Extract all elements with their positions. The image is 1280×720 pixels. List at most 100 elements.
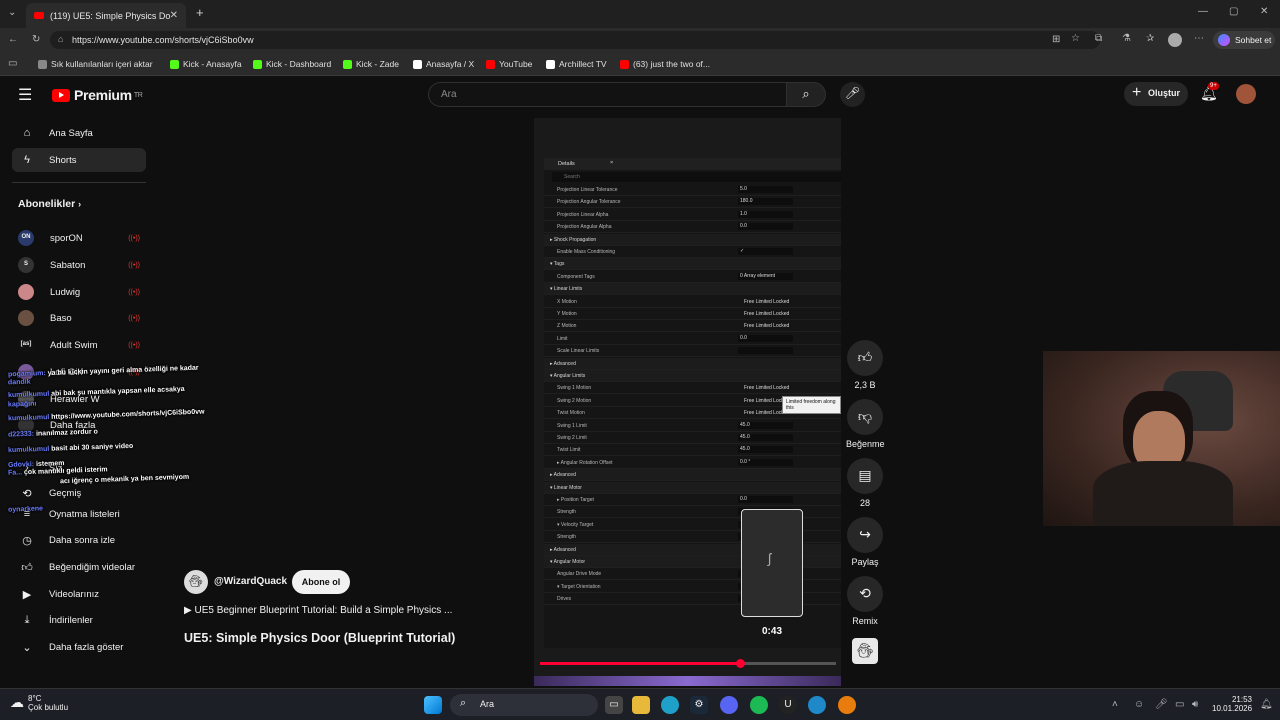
maximize-icon[interactable]: ▢ bbox=[1229, 6, 1238, 17]
clock[interactable]: 21:53 10.01.2026 bbox=[1212, 695, 1252, 713]
like-button[interactable]: 👍︎ 2,3 B bbox=[846, 340, 884, 390]
task-view-icon[interactable]: ▭ bbox=[605, 696, 623, 714]
more-menu-icon[interactable]: ⋯ bbox=[1194, 33, 1204, 44]
back-icon[interactable]: ← bbox=[8, 34, 18, 45]
url-field[interactable]: ⌂ https://www.youtube.com/shorts/vjC6iSb… bbox=[50, 31, 1100, 49]
blender-icon[interactable] bbox=[838, 696, 856, 714]
tray-app-icon[interactable]: ☺ bbox=[1134, 699, 1144, 710]
subscriptions-header[interactable]: Abonelikler › bbox=[18, 198, 81, 210]
network-icon[interactable]: ▭ bbox=[1175, 699, 1184, 710]
reload-icon[interactable]: ↻ bbox=[32, 34, 40, 45]
voice-search-button[interactable]: 🎤︎ bbox=[840, 82, 865, 107]
ue-row-label: Y Motion bbox=[557, 311, 577, 317]
shorts-icon: ϟ bbox=[24, 154, 30, 166]
subscription-label: sporON bbox=[50, 232, 83, 244]
person-body bbox=[1093, 461, 1233, 526]
nav-shorts[interactable]: ϟ Shorts bbox=[12, 148, 146, 172]
ue-row-label: X Motion bbox=[557, 298, 577, 305]
bookmark-6[interactable]: Archillect TV bbox=[546, 59, 607, 69]
live-icon: ((•)) bbox=[128, 234, 140, 242]
bookmark-4[interactable]: Anasayfa / X bbox=[413, 59, 474, 69]
live-icon: ((•)) bbox=[128, 261, 140, 269]
comment-count: 28 bbox=[859, 498, 870, 508]
progress-handle[interactable] bbox=[735, 659, 745, 668]
create-button[interactable]: Oluştur bbox=[1124, 82, 1188, 106]
you-item-4[interactable]: 👍︎ Beğendiğim videolar bbox=[12, 555, 146, 579]
ue-row: Projection Linear Alpha 1.0 bbox=[544, 209, 841, 221]
share-label: Paylaş bbox=[851, 557, 879, 567]
edge-icon[interactable] bbox=[661, 696, 679, 714]
bookmark-1[interactable]: Kick - Anasayfa bbox=[170, 59, 242, 69]
extensions-icon[interactable]: ⧉ bbox=[1095, 33, 1102, 44]
channel-avatar[interactable]: 🧙︎ bbox=[184, 570, 208, 594]
app-icon[interactable] bbox=[808, 696, 826, 714]
ambient-glow bbox=[534, 676, 841, 686]
steam-icon[interactable]: ⚙ bbox=[690, 696, 708, 714]
microphone-tray-icon[interactable]: 🎤︎ bbox=[1155, 699, 1168, 710]
ue-row: Projection Linear Tolerance 5.0 bbox=[544, 184, 841, 196]
bookmark-0[interactable]: Sık kullanılanları içeri aktar bbox=[38, 59, 153, 69]
you-item-label: Daha sonra izle bbox=[49, 534, 116, 546]
chat-text: inanılmaz zordur o bbox=[35, 428, 98, 438]
apps-icon[interactable]: ⊞ bbox=[1052, 34, 1060, 45]
volume-icon[interactable]: 🔊︎ bbox=[1192, 699, 1198, 710]
search-input[interactable]: Ara bbox=[428, 82, 786, 107]
bookmark-5[interactable]: YouTube bbox=[486, 59, 532, 69]
scrub-preview-thumbnail: ʃ bbox=[741, 509, 803, 617]
tray-overflow-icon[interactable]: ˄ bbox=[1112, 699, 1118, 710]
playlist-link[interactable]: ▶ UE5 Beginner Blueprint Tutorial: Build… bbox=[184, 605, 452, 616]
shorts-video-player[interactable]: Details × Search Projection Linear Tolera… bbox=[534, 118, 841, 686]
progress-bar[interactable] bbox=[540, 659, 836, 668]
bookmark-3[interactable]: Kick - Zade bbox=[343, 59, 399, 69]
minimize-icon[interactable]: — bbox=[1198, 6, 1208, 17]
you-item-7[interactable]: ⌄ Daha fazla göster bbox=[12, 635, 146, 659]
subscription-1[interactable]: S Sabaton ((•)) bbox=[18, 257, 140, 273]
remix-button[interactable]: ⟲ Remix bbox=[846, 576, 884, 626]
nav-home[interactable]: ⌂ Ana Sayfa bbox=[12, 121, 146, 145]
ue-row-options: Free Limited Locked bbox=[744, 385, 790, 392]
close-window-icon[interactable]: ✕ bbox=[1260, 6, 1268, 17]
subscription-2[interactable]: Ludwig ((•)) bbox=[18, 284, 140, 300]
ue-row-label: Projection Angular Alpha bbox=[557, 224, 612, 231]
you-item-5[interactable]: ▶ Videolarınız bbox=[12, 582, 146, 606]
channel-avatar: S bbox=[18, 257, 34, 273]
you-item-3[interactable]: ◷ Daha sonra izle bbox=[12, 528, 146, 552]
bookmark-7[interactable]: (63) just the two of... bbox=[620, 59, 710, 69]
discord-icon[interactable] bbox=[720, 696, 738, 714]
unreal-engine-icon[interactable]: U bbox=[779, 696, 797, 714]
channel-name[interactable]: @WizardQuack bbox=[214, 576, 287, 587]
notification-center-icon[interactable]: 🔔︎ bbox=[1260, 699, 1273, 710]
share-button[interactable]: ↪ Paylaş bbox=[846, 517, 884, 567]
favorites-icon[interactable]: ✰ bbox=[1146, 33, 1154, 44]
collections-icon[interactable]: ⚗ bbox=[1122, 33, 1131, 44]
browser-tab[interactable]: (119) UE5: Simple Physics Door (Bl ✕ bbox=[26, 3, 186, 28]
ue-row-value: 45.0 bbox=[738, 434, 793, 441]
site-info-icon[interactable]: ⌂ bbox=[58, 34, 63, 44]
new-tab-icon[interactable]: + bbox=[196, 5, 204, 20]
account-avatar[interactable] bbox=[1236, 84, 1256, 104]
sound-thumbnail[interactable]: 🧙︎ bbox=[852, 638, 878, 664]
spotify-icon[interactable] bbox=[750, 696, 768, 714]
profile-avatar[interactable] bbox=[1168, 33, 1182, 47]
start-button[interactable] bbox=[424, 696, 442, 714]
favorite-star-icon[interactable]: ☆ bbox=[1071, 33, 1080, 44]
subscription-4[interactable]: [as] Adult Swim ((•)) bbox=[18, 337, 140, 353]
hamburger-menu-icon[interactable]: ☰ bbox=[18, 85, 32, 105]
close-tab-icon[interactable]: ✕ bbox=[170, 10, 178, 21]
you-item-6[interactable]: ⤓ İndirilenler bbox=[12, 608, 146, 632]
subscription-3[interactable]: Baso ((•)) bbox=[18, 310, 140, 326]
dislike-button[interactable]: 👎︎ Beğenme bbox=[846, 399, 885, 449]
search-button[interactable]: ⌕ bbox=[786, 82, 826, 107]
comments-button[interactable]: ▤ 28 bbox=[846, 458, 884, 508]
youtube-premium-logo[interactable]: Premium TR bbox=[52, 87, 143, 103]
bookmark-2[interactable]: Kick - Dashboard bbox=[253, 59, 331, 69]
taskbar-search[interactable]: ⌕ Ara bbox=[450, 694, 598, 716]
file-explorer-icon[interactable] bbox=[632, 696, 650, 714]
tab-menu-icon[interactable]: ⌄ bbox=[8, 7, 16, 18]
weather-widget[interactable]: ☁ 8°C Çok bulutlu bbox=[10, 694, 68, 712]
sidebar-toggle-icon[interactable]: ▭ bbox=[8, 58, 17, 69]
subscription-0[interactable]: ON sporON ((•)) bbox=[18, 230, 140, 246]
copilot-chat-button[interactable]: Sohbet et bbox=[1213, 31, 1275, 49]
subscribe-button[interactable]: Abone ol bbox=[292, 570, 350, 594]
ue-row-label: Component Tags bbox=[557, 273, 595, 280]
